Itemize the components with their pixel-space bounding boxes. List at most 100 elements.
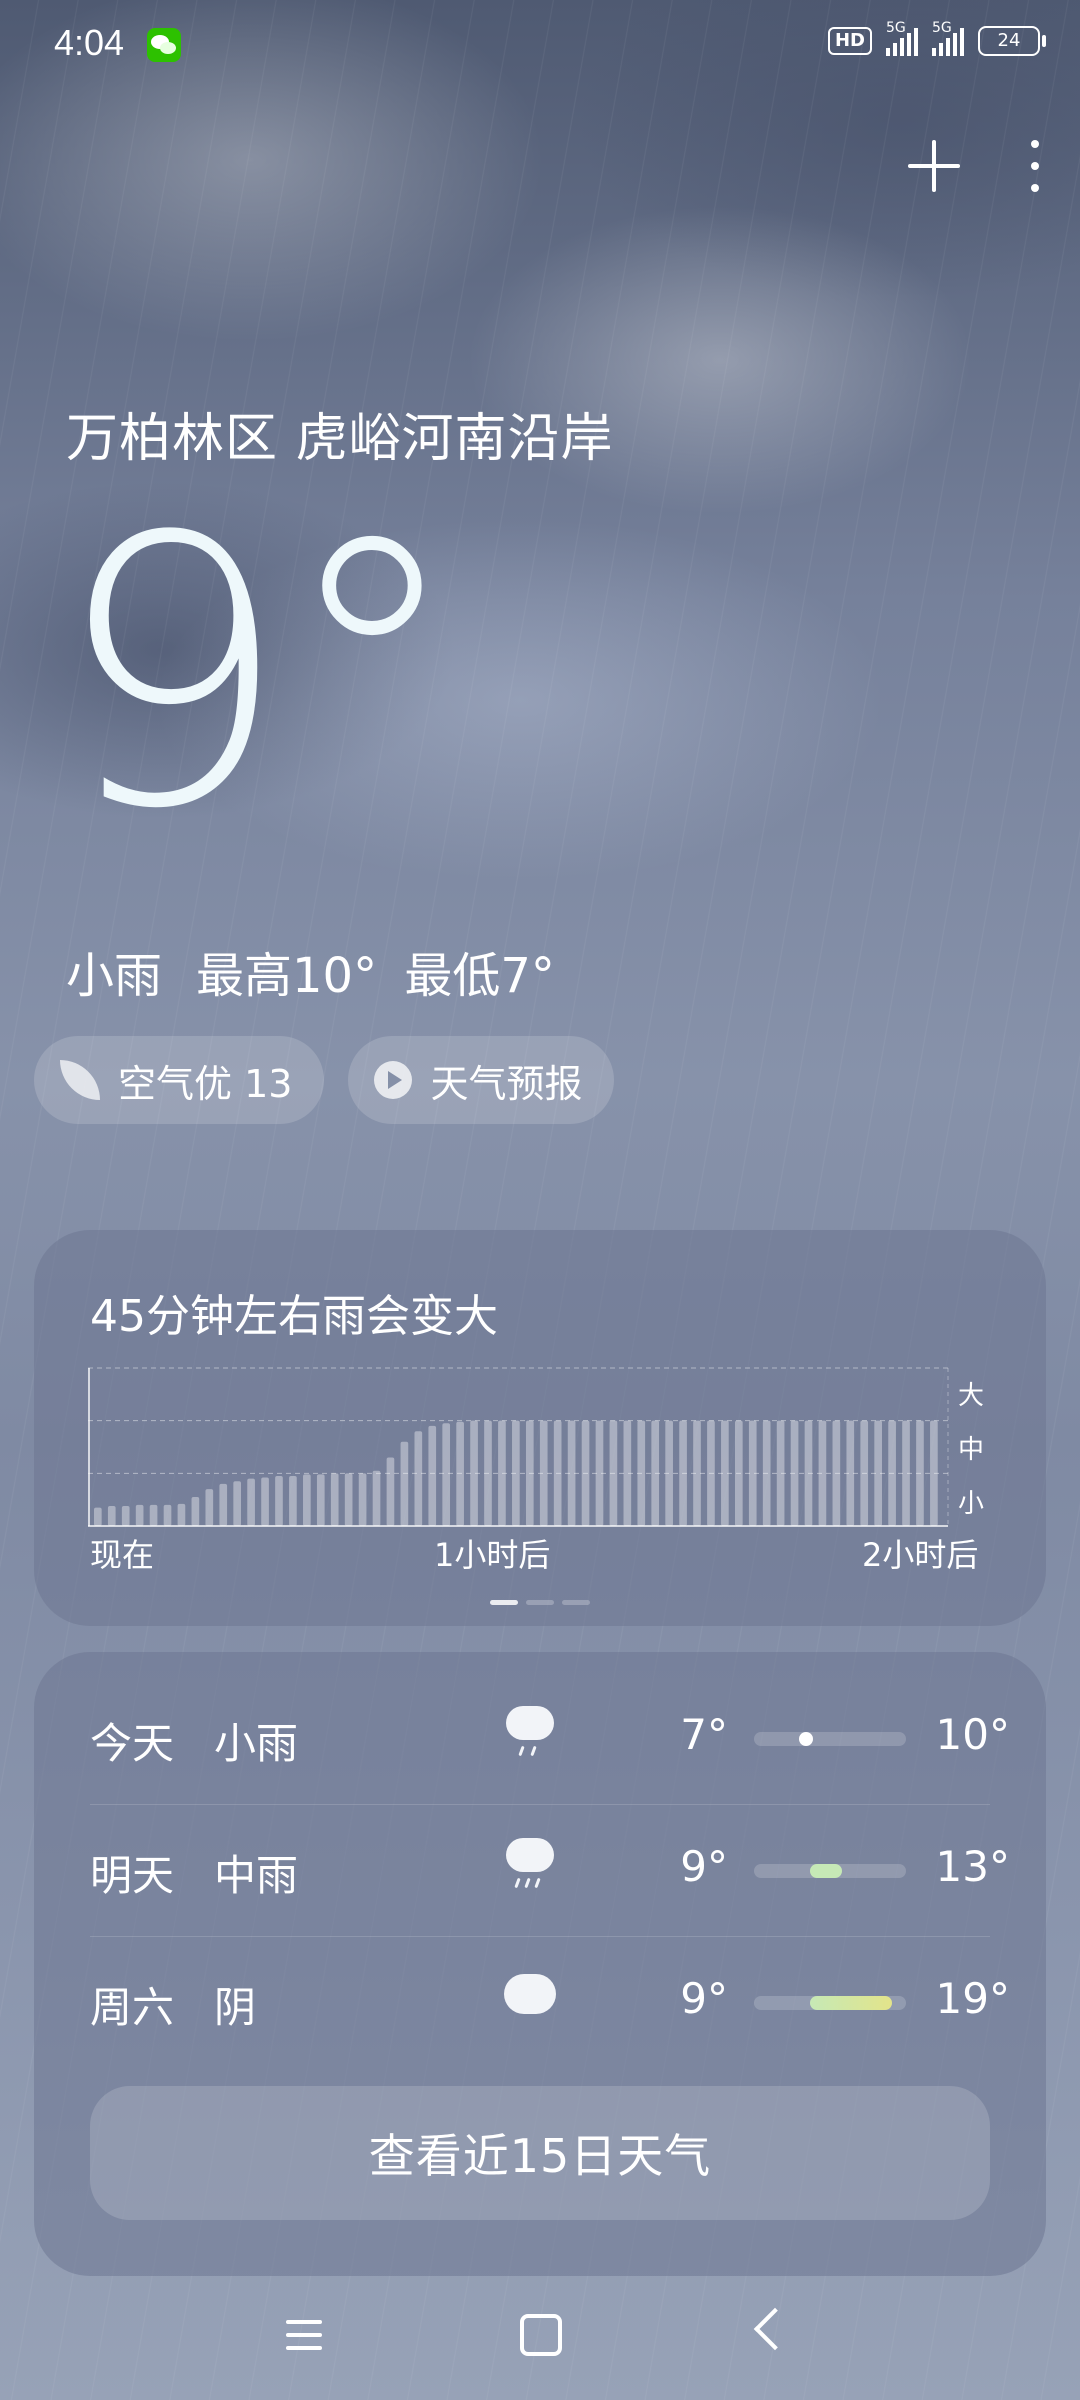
recent-apps-icon[interactable] [286,2320,322,2350]
precipitation-bar [860,1420,869,1526]
weather-video-chip[interactable]: 天气预报 [348,1036,615,1124]
precipitation-bar [888,1420,896,1526]
precipitation-bar [233,1481,242,1526]
precipitation-level-label: 中 [958,1435,984,1465]
x-label-now: 现在 [90,1536,155,1574]
precipitation-bar [525,1420,534,1526]
forecast-card: 今天 小雨 7° 10° 明天 中雨 9° 13° 周六 阴 9° 19° 查看… [34,1652,1046,2276]
network-label-1: 5G [886,20,906,36]
signal-icon-2: 5G [932,20,964,56]
view-15-day-button[interactable]: 查看近15日天气 [90,2086,990,2220]
precipitation-bar [902,1420,910,1526]
precipitation-bar [330,1473,339,1526]
precipitation-bar [163,1504,172,1526]
forecast-high: 10° [935,1710,1010,1759]
network-label-2: 5G [932,20,952,36]
temperature-range-fill [810,1996,892,2010]
precipitation-bar [762,1420,771,1526]
forecast-row-tomorrow[interactable]: 明天 中雨 9° 13° [90,1804,1010,1936]
add-city-icon[interactable] [908,140,960,192]
forecast-row-saturday[interactable]: 周六 阴 9° 19° [90,1936,1010,2068]
precipitation-bar [94,1507,102,1526]
precipitation-chart: 大中小 [88,1367,984,1527]
precipitation-bar [289,1475,297,1526]
battery-icon: 24 [978,26,1046,56]
precipitation-bar [539,1420,548,1526]
precipitation-bar [428,1425,437,1526]
precipitation-level-label: 小 [958,1489,984,1519]
precipitation-bar [776,1420,785,1526]
precipitation-bar [498,1420,506,1526]
forecast-condition: 小雨 [214,1719,299,1768]
low-temp: 最低7° [404,948,555,1004]
precipitation-bar [456,1421,464,1526]
temperature-range-bar [754,1996,906,2010]
precipitation-bar [219,1483,228,1526]
precipitation-bar [177,1503,186,1526]
precipitation-bar [303,1474,311,1526]
air-quality-chip[interactable]: 空气优 13 [34,1036,325,1124]
temperature-range-fill [799,1732,813,1746]
forecast-low: 9° [680,1842,728,1891]
precipitation-bar [832,1420,841,1526]
precipitation-bar [135,1504,144,1526]
current-temperature: 9° [54,460,464,890]
forecast-day: 明天 [90,1851,175,1900]
top-actions [908,140,1040,192]
light-rain-icon [502,1702,558,1760]
forecast-low: 7° [680,1710,728,1759]
precipitation-bar [484,1420,492,1526]
precipitation-bar [846,1420,855,1526]
precipitation-bar [916,1420,924,1526]
x-label-1h: 1小时后 [434,1536,551,1574]
signal-icon-1: 5G [886,20,918,56]
status-time: 4:04 [54,22,125,63]
precipitation-bar [609,1420,618,1526]
precipitation-bar [316,1474,325,1526]
temperature-range-fill [810,1864,842,1878]
forecast-low: 9° [680,1974,728,2023]
forecast-high: 19° [935,1974,1010,2023]
moderate-rain-icon [502,1834,558,1892]
precipitation-bar [553,1420,562,1526]
weather-summary: 小雨 最高10° 最低7° [66,936,555,1006]
precipitation-bar [930,1420,938,1526]
forecast-row-today[interactable]: 今天 小雨 7° 10° [90,1672,1010,1804]
overcast-icon [502,1966,558,2024]
precipitation-bar [358,1473,367,1526]
precipitation-bar [707,1420,715,1526]
precipitation-bar [595,1420,604,1526]
precipitation-bar [400,1441,409,1526]
precipitation-bar [721,1420,729,1526]
precipitation-card[interactable]: 45分钟左右雨会变大 大中小 现在 1小时后 2小时后 [34,1230,1046,1626]
forecast-day: 周六 [90,1983,175,2032]
precipitation-bar [679,1420,687,1526]
forecast-day: 今天 [90,1719,175,1768]
precipitation-title: 45分钟左右雨会变大 [90,1291,498,1342]
precipitation-bar [149,1504,158,1526]
precipitation-bar [693,1420,701,1526]
precipitation-bar [804,1420,813,1526]
air-quality-label: 空气优 13 [118,1061,293,1106]
precipitation-bar [651,1420,660,1526]
more-menu-icon[interactable] [1030,140,1040,192]
x-label-2h: 2小时后 [862,1536,979,1574]
forecast-condition: 中雨 [214,1851,299,1900]
navigation-bar [0,2280,1080,2400]
weather-video-label: 天气预报 [430,1061,583,1106]
precipitation-bar [637,1420,646,1526]
home-icon[interactable] [520,2314,562,2356]
precipitation-bar [567,1420,576,1526]
wechat-icon [147,28,181,62]
current-condition: 小雨 [66,948,163,1004]
page-indicator[interactable] [490,1600,590,1605]
precipitation-bar [247,1478,255,1526]
precipitation-bar [121,1505,130,1526]
status-icons: HD 5G 5G 24 [827,20,1046,56]
precipitation-bar [623,1420,632,1526]
back-icon[interactable] [753,2307,797,2351]
precipitation-bar [386,1457,395,1526]
forecast-condition: 阴 [214,1983,257,2032]
precipitation-bar [748,1420,757,1526]
precipitation-bar [470,1420,478,1526]
